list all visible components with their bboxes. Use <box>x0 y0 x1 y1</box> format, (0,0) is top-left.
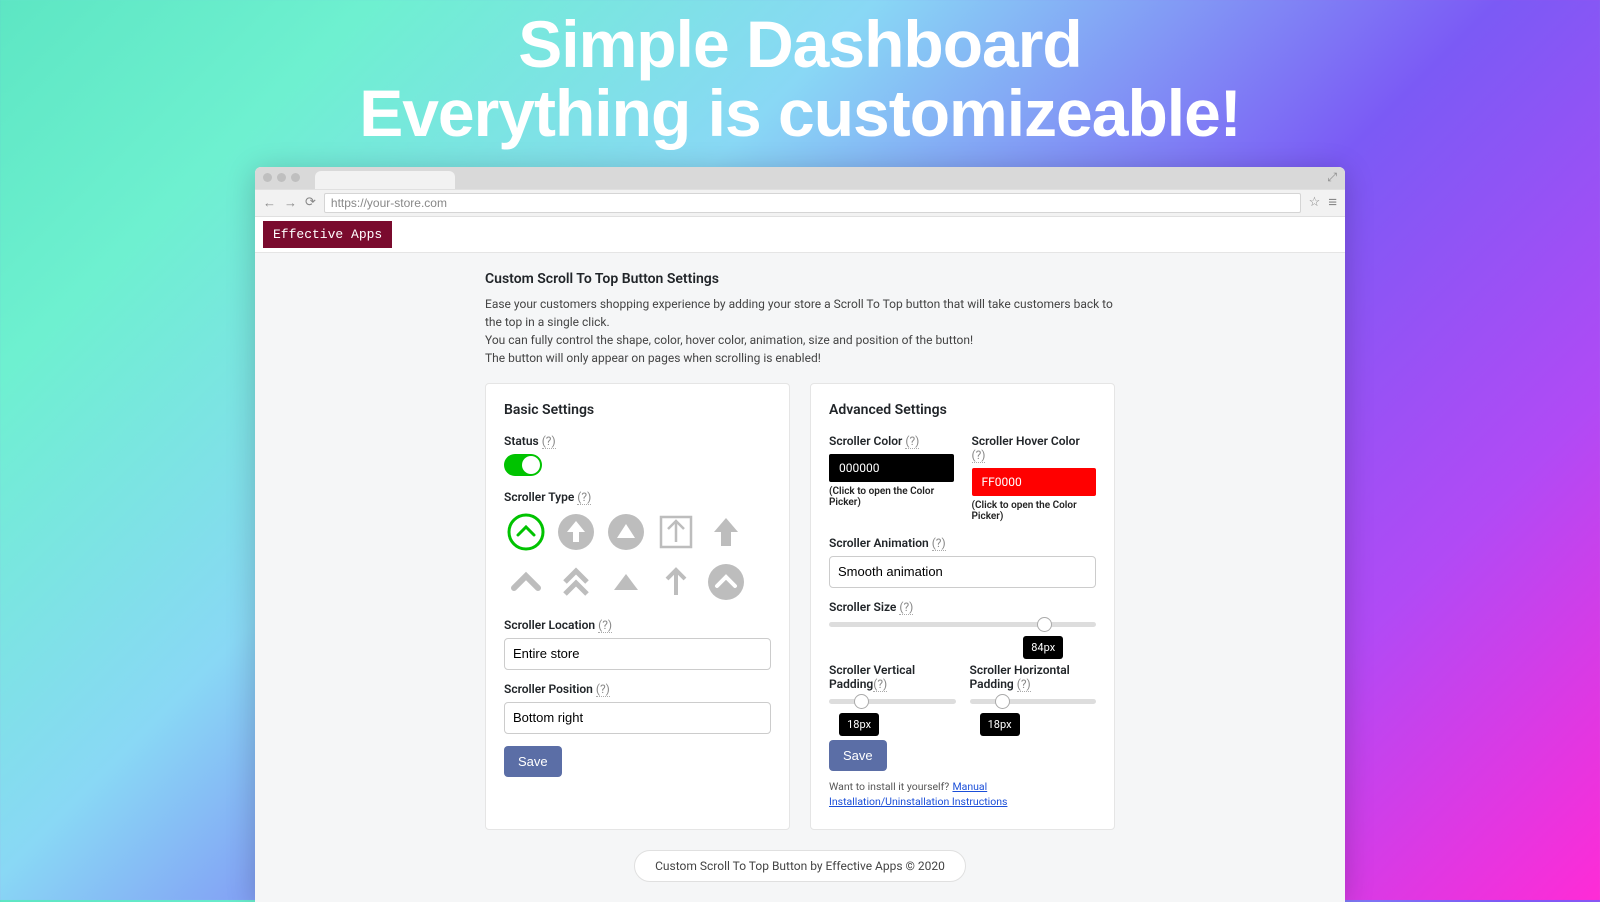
page-title: Custom Scroll To Top Button Settings <box>485 271 1115 287</box>
scroller-type-chevron-double[interactable] <box>554 560 598 604</box>
hover-color-picker[interactable]: FF0000 <box>972 468 1097 496</box>
back-icon[interactable]: ← <box>263 195 276 211</box>
status-toggle[interactable] <box>504 454 542 476</box>
hamburger-menu-icon[interactable]: ≡ <box>1328 195 1337 210</box>
forward-icon[interactable]: → <box>284 195 297 211</box>
browser-tab[interactable] <box>315 171 455 189</box>
animation-help-icon[interactable]: (?) <box>932 536 946 551</box>
desc-line-2: You can fully control the shape, color, … <box>485 331 1115 349</box>
position-select[interactable] <box>504 702 771 734</box>
scroller-type-circle-triangle-solid[interactable] <box>604 510 648 554</box>
hero-title-1: Simple Dashboard <box>0 10 1600 79</box>
color-help-icon[interactable]: (?) <box>905 434 919 449</box>
scroller-type-chevron-single[interactable] <box>504 560 548 604</box>
traffic-light-min-icon[interactable] <box>277 173 286 182</box>
desc-line-3: The button will only appear on pages whe… <box>485 349 1115 367</box>
color-picker-hint: (Click to open the Color Picker) <box>829 486 954 508</box>
page-content: Custom Scroll To Top Button Settings Eas… <box>255 253 1345 902</box>
app-brand-badge: Effective Apps <box>263 221 392 248</box>
scroller-type-label: Scroller Type (?) <box>504 490 771 504</box>
size-help-icon[interactable]: (?) <box>899 600 913 615</box>
scroller-type-help-icon[interactable]: (?) <box>577 490 591 505</box>
hover-color-picker-hint: (Click to open the Color Picker) <box>972 500 1097 522</box>
app-header: Effective Apps <box>255 217 1345 253</box>
browser-window: ⤢ ← → ⟳ ☆ ≡ Effective Apps Custom Scroll… <box>255 167 1345 902</box>
vpad-slider[interactable]: 18px <box>829 699 956 704</box>
location-help-icon[interactable]: (?) <box>598 618 612 633</box>
traffic-light-close-icon[interactable] <box>263 173 272 182</box>
url-input[interactable] <box>324 193 1301 213</box>
hpad-slider[interactable]: 18px <box>970 699 1097 704</box>
reload-icon[interactable]: ⟳ <box>305 195 316 210</box>
basic-heading: Basic Settings <box>504 402 771 418</box>
browser-tabbar: ⤢ <box>255 167 1345 189</box>
status-help-icon[interactable]: (?) <box>542 434 556 449</box>
size-slider[interactable]: 84px <box>829 622 1096 627</box>
hero-banner: Simple Dashboard Everything is customize… <box>0 0 1600 149</box>
position-help-icon[interactable]: (?) <box>596 682 610 697</box>
hover-color-label: Scroller Hover Color (?) <box>972 434 1097 462</box>
animation-label: Scroller Animation (?) <box>829 536 1096 550</box>
advanced-settings-card: Advanced Settings Scroller Color (?) 000… <box>810 383 1115 830</box>
advanced-save-button[interactable]: Save <box>829 740 887 771</box>
scroller-color-picker[interactable]: 000000 <box>829 454 954 482</box>
hpad-help-icon[interactable]: (?) <box>1017 677 1031 692</box>
scroller-type-circle-chevron-solid[interactable] <box>704 560 748 604</box>
bookmark-star-icon[interactable]: ☆ <box>1309 195 1321 210</box>
size-value-badge: 84px <box>1023 636 1063 659</box>
color-label: Scroller Color (?) <box>829 434 954 448</box>
size-label: Scroller Size (?) <box>829 600 1096 614</box>
location-select[interactable] <box>504 638 771 670</box>
scroller-type-circle-arrow-solid[interactable] <box>554 510 598 554</box>
footer-credit: Custom Scroll To Top Button by Effective… <box>634 850 966 882</box>
traffic-light-max-icon[interactable] <box>291 173 300 182</box>
scroller-type-circle-chevron-outline[interactable] <box>504 510 548 554</box>
status-label: Status (?) <box>504 434 771 448</box>
scroller-type-picker <box>504 510 771 604</box>
expand-icon[interactable]: ⤢ <box>1327 170 1337 185</box>
page-description: Ease your customers shopping experience … <box>485 295 1115 367</box>
install-question: Want to install it yourself? <box>829 780 949 793</box>
vpad-value-badge: 18px <box>839 713 879 736</box>
vpad-help-icon[interactable]: (?) <box>873 677 887 692</box>
animation-select[interactable] <box>829 556 1096 588</box>
scroller-type-arrow-solid[interactable] <box>704 510 748 554</box>
hero-title-2: Everything is customizeable! <box>0 79 1600 148</box>
position-label: Scroller Position (?) <box>504 682 771 696</box>
hpad-value-badge: 18px <box>980 713 1020 736</box>
scroller-type-square-arrow-outline[interactable] <box>654 510 698 554</box>
hover-color-help-icon[interactable]: (?) <box>972 448 986 463</box>
vpad-label: Scroller Vertical Padding(?) <box>829 663 956 691</box>
desc-line-1: Ease your customers shopping experience … <box>485 295 1115 331</box>
basic-save-button[interactable]: Save <box>504 746 562 777</box>
hpad-label: Scroller Horizontal Padding (?) <box>970 663 1097 691</box>
location-label: Scroller Location (?) <box>504 618 771 632</box>
advanced-heading: Advanced Settings <box>829 402 1096 418</box>
scroller-type-triangle-solid[interactable] <box>604 560 648 604</box>
scroller-type-arrow-thin[interactable] <box>654 560 698 604</box>
browser-toolbar: ← → ⟳ ☆ ≡ <box>255 189 1345 217</box>
basic-settings-card: Basic Settings Status (?) Scroller Type … <box>485 383 790 830</box>
